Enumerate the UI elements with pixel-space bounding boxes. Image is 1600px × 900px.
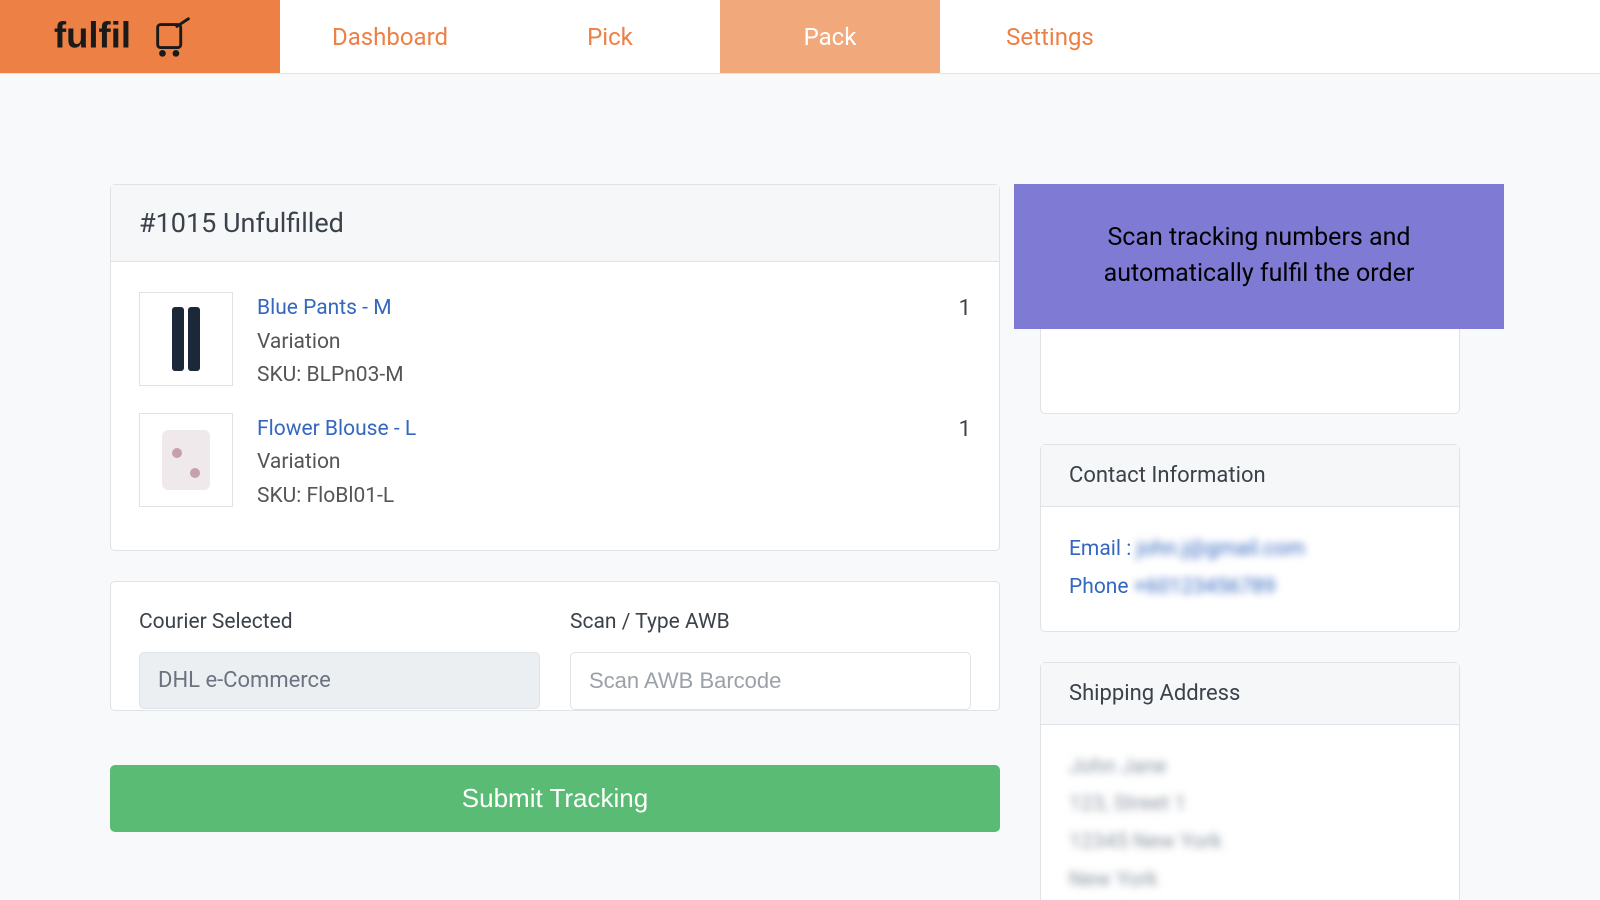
awb-label: Scan / Type AWB — [570, 610, 971, 634]
item-variation: Variation — [257, 446, 897, 480]
item-sku: SKU: FloBl01-L — [257, 480, 897, 514]
submit-tracking-button[interactable]: Submit Tracking — [110, 765, 1000, 832]
contact-card: Contact Information Email : john.j@gmail… — [1040, 444, 1460, 632]
top-nav: fulfil Dashboard Pick Pack Settings — [0, 0, 1600, 74]
overlay-text: Scan tracking numbers and automatically … — [1104, 223, 1415, 288]
phone-label: Phone — [1069, 575, 1129, 599]
line-item: Blue Pants - M Variation SKU: BLPn03-M 1 — [139, 282, 971, 403]
nav-settings[interactable]: Settings — [940, 0, 1160, 73]
contact-title: Contact Information — [1041, 445, 1459, 507]
ship-line: New York — [1069, 862, 1431, 900]
ship-line: 12345 New York — [1069, 824, 1431, 862]
line-item: Flower Blouse - L Variation SKU: FloBl01… — [139, 403, 971, 524]
awb-input[interactable] — [570, 652, 971, 710]
page-body: #1015 Unfulfilled Blue Pants - M Variati… — [0, 74, 1600, 900]
item-qty: 1 — [921, 292, 971, 321]
shipping-card: Shipping Address John Jane 123, Street 1… — [1040, 662, 1460, 900]
shipping-title: Shipping Address — [1041, 663, 1459, 725]
item-qty: 1 — [921, 413, 971, 442]
nav-pack[interactable]: Pack — [720, 0, 940, 73]
item-name[interactable]: Flower Blouse - L — [257, 413, 897, 447]
pants-icon — [172, 307, 200, 371]
item-sku: SKU: BLPn03-M — [257, 359, 897, 393]
fulfilo-logo-icon: fulfil — [54, 13, 227, 61]
courier-select[interactable]: DHL e-Commerce — [139, 652, 540, 709]
nav-label: Pick — [587, 23, 633, 51]
nav-pick[interactable]: Pick — [500, 0, 720, 73]
courier-label: Courier Selected — [139, 610, 540, 634]
svg-text:fulfil: fulfil — [54, 14, 131, 55]
brand-logo[interactable]: fulfil — [0, 0, 280, 73]
feature-callout-overlay: Scan tracking numbers and automatically … — [1014, 184, 1504, 329]
phone-value[interactable]: +60123456789 — [1134, 575, 1276, 599]
email-value[interactable]: john.j@gmail.com — [1137, 537, 1305, 561]
item-name[interactable]: Blue Pants - M — [257, 292, 897, 326]
email-label: Email : — [1069, 537, 1131, 561]
ship-line: 123, Street 1 — [1069, 786, 1431, 824]
item-thumbnail — [139, 413, 233, 507]
nav-dashboard[interactable]: Dashboard — [280, 0, 500, 73]
nav-label: Pack — [804, 23, 857, 51]
nav-label: Dashboard — [332, 23, 448, 51]
ship-line: John Jane — [1069, 749, 1431, 787]
order-title: #1015 Unfulfilled — [111, 185, 999, 262]
blouse-icon — [162, 430, 210, 490]
order-card: #1015 Unfulfilled Blue Pants - M Variati… — [110, 184, 1000, 551]
item-thumbnail — [139, 292, 233, 386]
tracking-card: Courier Selected DHL e-Commerce Scan / T… — [110, 581, 1000, 711]
item-variation: Variation — [257, 326, 897, 360]
nav-label: Settings — [1006, 23, 1094, 51]
